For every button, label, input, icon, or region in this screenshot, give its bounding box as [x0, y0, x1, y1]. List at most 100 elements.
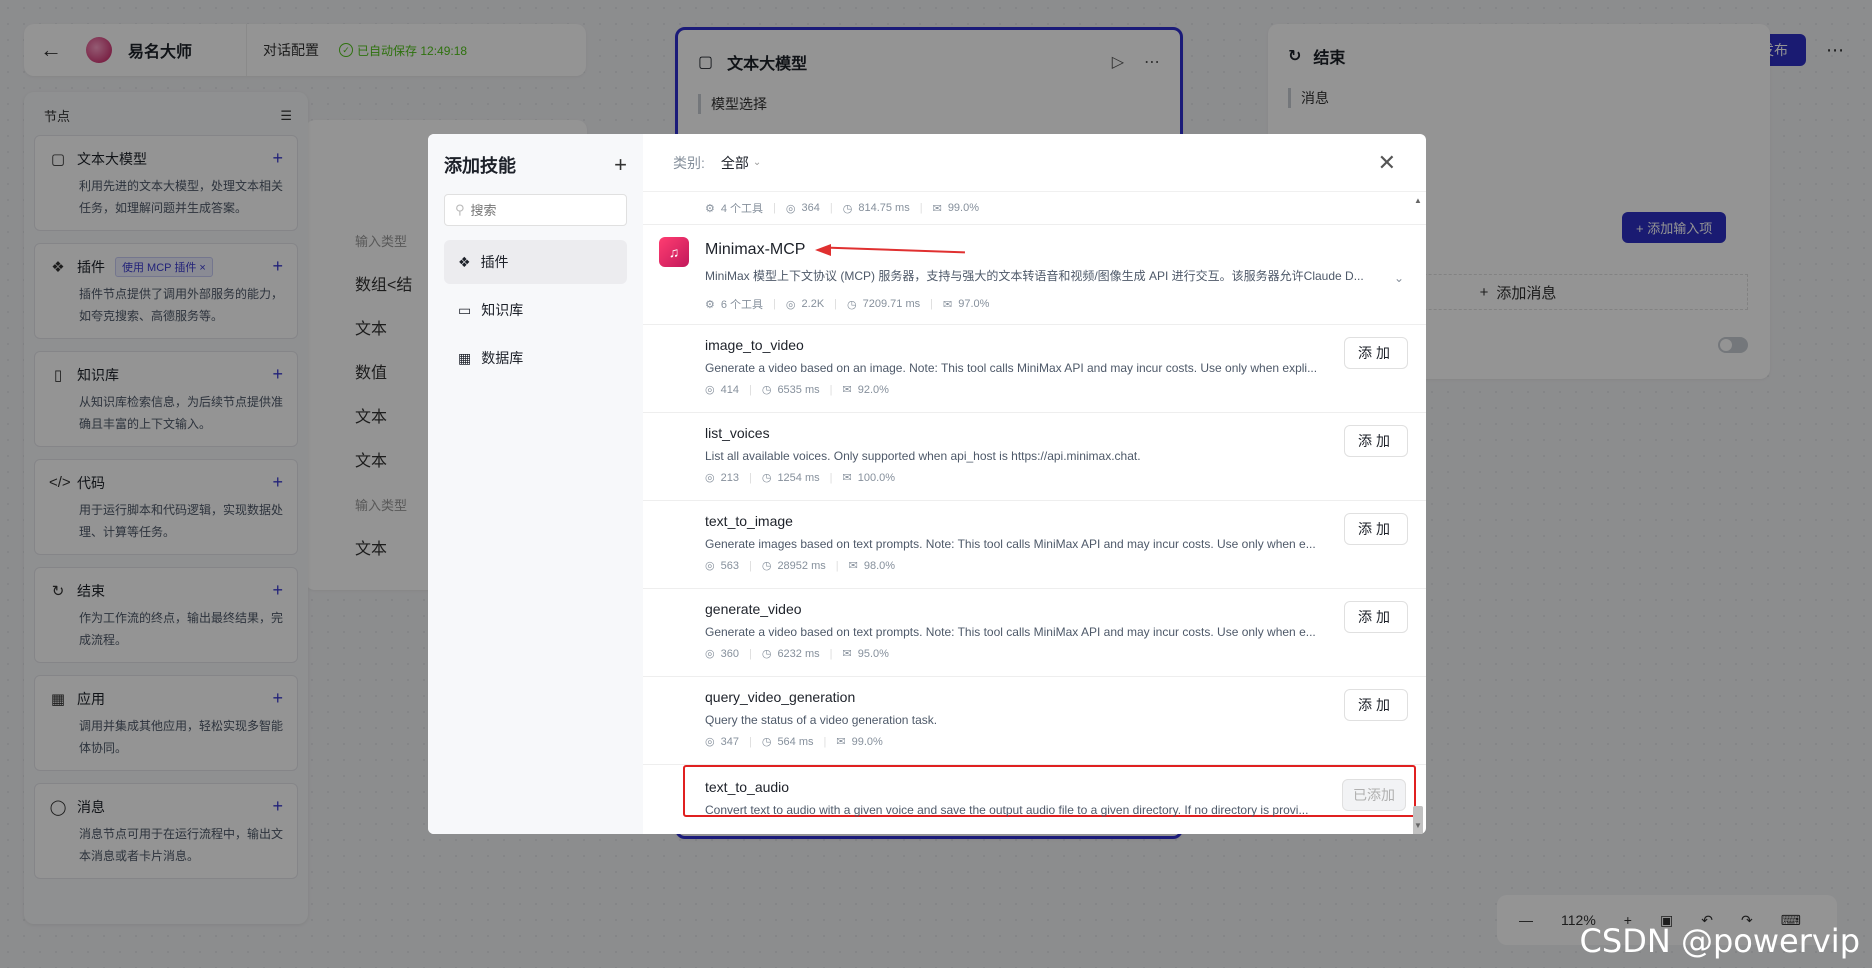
- uses-count: 213: [720, 471, 739, 484]
- sidebar-item-label: 插件: [480, 254, 509, 270]
- eye-icon: ◎: [785, 298, 796, 311]
- eye-icon: ◎: [705, 472, 715, 484]
- tool-desc: Query the status of a video generation t…: [705, 713, 938, 727]
- latency: 28952 ms: [777, 559, 826, 572]
- success-rate: 97.0%: [958, 298, 990, 310]
- tool-item: text_to_image Generate images based on t…: [643, 501, 1426, 589]
- close-icon[interactable]: ✕: [1378, 150, 1396, 176]
- minimax-logo: ♫: [659, 237, 689, 267]
- folder-icon: ▭: [458, 301, 472, 318]
- scroll-up-icon[interactable]: ▲: [1412, 196, 1424, 205]
- category-select[interactable]: 全部 ⌄: [721, 153, 761, 173]
- latency: 1254 ms: [777, 471, 820, 484]
- add-button[interactable]: 添加: [1344, 513, 1408, 545]
- success-rate: 98.0%: [863, 559, 896, 572]
- tool-desc: List all available voices. Only supporte…: [705, 449, 1141, 463]
- category-label: 类别:: [673, 154, 705, 171]
- waveform-icon: ♫: [668, 244, 680, 260]
- mcp-server-item[interactable]: ♫ Minimax-MCP MiniMax 模型上下文协议 (MCP) 服务器，…: [643, 225, 1426, 325]
- eye-icon: ◎: [785, 202, 796, 215]
- modal-header: 类别: 全部 ⌄ ✕: [643, 134, 1426, 192]
- sidebar-item-database[interactable]: ▦ 数据库: [444, 336, 627, 380]
- annotation-arrow: [815, 244, 965, 256]
- uses-count: 414: [720, 383, 739, 396]
- latency: 7209.71 ms: [862, 298, 921, 310]
- tool-name: list_voices: [705, 425, 770, 441]
- success-icon: ✉: [942, 298, 953, 311]
- eye-icon: ◎: [705, 560, 715, 572]
- success-icon: ✉: [836, 736, 846, 748]
- tool-name: generate_video: [705, 601, 802, 617]
- search-box[interactable]: ⚲: [444, 194, 627, 226]
- tools-count: 4 个工具: [720, 203, 764, 215]
- skill-list[interactable]: ⚙ 4 个工具 | ◎ 364 | ◷ 814.75 ms | ✉ 99.0% ♫ Minim…: [643, 192, 1426, 834]
- success-rate: 92.0%: [857, 383, 889, 396]
- latency: 564 ms: [777, 735, 814, 748]
- modal-sidebar: 添加技能 + ⚲ ❖ 插件 ▭ 知识库 ▦ 数据库: [428, 134, 643, 834]
- clock-icon: ◷: [761, 472, 772, 484]
- uses-count: 563: [720, 559, 739, 572]
- tool-desc: Generate a video based on an image. Note…: [705, 361, 1318, 375]
- tool-item: image_to_video Generate a video based on…: [643, 325, 1426, 413]
- scroll-down-icon[interactable]: ▼: [1412, 821, 1424, 830]
- chevron-down-icon[interactable]: ⌄: [1394, 271, 1404, 285]
- success-rate: 100.0%: [857, 471, 896, 484]
- eye-icon: ◎: [705, 648, 715, 660]
- modal-title: 添加技能: [444, 156, 516, 176]
- uses-count: 2.2K: [801, 298, 825, 310]
- tool-name: text_to_audio: [705, 779, 790, 795]
- eye-icon: ◎: [705, 736, 715, 748]
- success-icon: ✉: [842, 472, 852, 484]
- uses-count: 360: [720, 647, 739, 660]
- tool-desc: Generate images based on text prompts. N…: [705, 537, 1316, 551]
- add-button[interactable]: 添加: [1344, 425, 1408, 457]
- server-meta: ⚙ 6 个工具 | ◎ 2.2K | ◷ 7209.71 ms | ✉ 97.0%: [705, 298, 990, 311]
- eye-icon: ◎: [705, 384, 715, 396]
- tool-item: list_voices List all available voices. O…: [643, 413, 1426, 501]
- add-button[interactable]: 添加: [1344, 689, 1408, 721]
- add-button[interactable]: 添加: [1344, 337, 1408, 369]
- search-input[interactable]: [470, 202, 611, 218]
- tool-item-highlighted: text_to_audio Convert text to audio with…: [683, 765, 1416, 817]
- success-icon: ✉: [842, 384, 852, 396]
- sidebar-item-label: 知识库: [481, 302, 524, 318]
- clock-icon: ◷: [842, 202, 853, 215]
- server-name: Minimax-MCP: [705, 241, 806, 258]
- success-icon: ✉: [842, 648, 852, 660]
- sidebar-item-knowledge[interactable]: ▭ 知识库: [444, 288, 627, 332]
- scrollbar[interactable]: ▲ ▼: [1412, 192, 1424, 834]
- table-icon: ▦: [458, 349, 472, 366]
- clock-icon: ◷: [761, 384, 772, 396]
- tools-count: 6 个工具: [720, 299, 764, 311]
- clock-icon: ◷: [761, 736, 772, 748]
- chevron-down-icon: ⌄: [752, 157, 762, 168]
- tool-desc: Convert text to audio with a given voice…: [705, 803, 1309, 817]
- sidebar-item-label: 数据库: [481, 350, 524, 366]
- clock-icon: ◷: [761, 560, 772, 572]
- latency: 814.75 ms: [858, 202, 910, 214]
- success-rate: 95.0%: [857, 647, 889, 660]
- tool-name: query_video_generation: [705, 689, 856, 705]
- added-button: 已添加: [1342, 779, 1406, 811]
- uses-count: 347: [720, 735, 739, 748]
- watermark: CSDN @powervip: [1579, 922, 1860, 960]
- latency: 6232 ms: [777, 647, 820, 660]
- success-icon: ✉: [848, 560, 858, 572]
- success-rate: 99.0%: [851, 735, 883, 748]
- tool-desc: Generate a video based on text prompts. …: [705, 625, 1316, 639]
- plugin-icon: ❖: [458, 253, 471, 270]
- plus-icon[interactable]: +: [614, 152, 627, 178]
- add-button[interactable]: 添加: [1344, 601, 1408, 633]
- tool-item: generate_video Generate a video based on…: [643, 589, 1426, 677]
- clock-icon: ◷: [847, 298, 857, 311]
- tool-name: text_to_image: [705, 513, 793, 529]
- latency: 6535 ms: [777, 383, 820, 396]
- tools-icon: ⚙: [705, 298, 715, 311]
- sidebar-item-plugin[interactable]: ❖ 插件: [444, 240, 627, 284]
- success-rate: 99.0%: [947, 202, 980, 214]
- category-value: 全部: [720, 154, 749, 171]
- success-icon: ✉: [932, 202, 942, 215]
- tools-icon: ⚙: [705, 202, 715, 215]
- server-desc: MiniMax 模型上下文协议 (MCP) 服务器，支持与强大的文本转语音和视频…: [705, 269, 1364, 283]
- tool-item: query_video_generation Query the status …: [643, 677, 1426, 765]
